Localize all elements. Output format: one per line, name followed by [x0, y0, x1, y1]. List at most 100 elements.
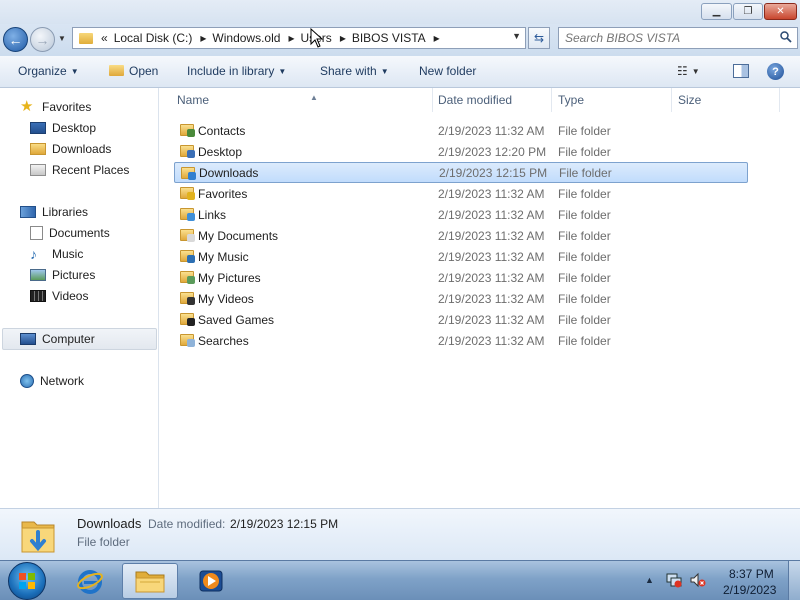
column-header-date[interactable]: Date modified: [433, 88, 551, 112]
refresh-button[interactable]: ⇆: [528, 27, 550, 49]
maximize-button[interactable]: ❐: [733, 3, 763, 20]
file-date-modified: 2/19/2023 11:32 AM: [438, 291, 545, 306]
nav-label: Documents: [49, 226, 110, 240]
close-icon: ✕: [776, 6, 785, 17]
file-list: Name ▲ Date modified Type Size Contacts 2/…: [160, 88, 800, 508]
include-in-library-button[interactable]: Include in library ▼: [187, 64, 286, 78]
taskbar-windows-explorer[interactable]: [122, 563, 178, 599]
close-button[interactable]: ✕: [764, 3, 797, 20]
search-box[interactable]: [558, 27, 798, 49]
star-icon: ★: [20, 98, 34, 115]
file-row[interactable]: Saved Games 2/19/2023 11:32 AM File folder: [174, 309, 748, 330]
file-name: Desktop: [198, 144, 243, 159]
file-type: File folder: [558, 270, 611, 285]
downloads-folder-icon: [21, 521, 55, 553]
address-history-dropdown[interactable]: ▼: [512, 31, 521, 41]
breadcrumb-windows-old[interactable]: Windows.old: [212, 31, 280, 45]
nav-documents[interactable]: Documents: [30, 223, 110, 243]
preview-pane-button[interactable]: [733, 64, 749, 78]
file-row[interactable]: Links 2/19/2023 11:32 AM File folder: [174, 204, 748, 225]
file-name: Contacts: [198, 123, 246, 138]
details-pane: Downloads Date modified: 2/19/2023 12:15…: [0, 508, 800, 560]
nav-label: Computer: [42, 332, 95, 346]
help-button[interactable]: ?: [767, 63, 784, 80]
nav-videos[interactable]: Videos: [30, 286, 88, 306]
file-type: File folder: [558, 333, 611, 348]
nav-recent-places[interactable]: Recent Places: [30, 160, 129, 180]
file-row[interactable]: My Documents 2/19/2023 11:32 AM File folde…: [174, 225, 748, 246]
breadcrumb-local-disk[interactable]: Local Disk (C:): [114, 31, 193, 45]
taskbar-internet-explorer[interactable]: [62, 563, 118, 599]
file-row[interactable]: Downloads 2/19/2023 12:15 PM File folder: [174, 162, 748, 183]
file-row[interactable]: Desktop 2/19/2023 12:20 PM File folder: [174, 141, 748, 162]
nav-downloads[interactable]: Downloads: [30, 139, 111, 159]
search-input[interactable]: [559, 28, 773, 48]
network-status-icon[interactable]: [666, 572, 682, 588]
chevron-right-icon[interactable]: ▸: [434, 31, 440, 45]
folder-icon: [135, 571, 165, 593]
file-row[interactable]: My Videos 2/19/2023 11:32 AM File folder: [174, 288, 748, 309]
column-header-name[interactable]: Name ▲: [172, 88, 432, 112]
file-row[interactable]: Favorites 2/19/2023 11:32 AM File folder: [174, 183, 748, 204]
new-folder-button[interactable]: New folder: [419, 64, 476, 78]
change-view-button[interactable]: ☷ ▼: [677, 64, 700, 78]
forward-button[interactable]: →: [30, 27, 55, 52]
address-bar[interactable]: « Local Disk (C:) ▸ Windows.old ▸ Users …: [72, 27, 526, 49]
open-button[interactable]: Open: [109, 64, 158, 78]
computer-icon: [20, 333, 36, 345]
clock-date[interactable]: 2/19/2023: [723, 583, 776, 597]
nav-music[interactable]: ♪ Music: [30, 244, 83, 264]
file-type: File folder: [558, 123, 611, 138]
column-header-size[interactable]: Size: [673, 88, 779, 112]
file-row[interactable]: My Pictures 2/19/2023 11:32 AM File folder: [174, 267, 748, 288]
chevron-down-icon: ▼: [278, 67, 287, 76]
file-row[interactable]: Contacts 2/19/2023 11:32 AM File folder: [174, 120, 748, 141]
nav-pictures[interactable]: Pictures: [30, 265, 95, 285]
folder-icon: [180, 313, 195, 326]
nav-libraries[interactable]: Libraries: [20, 202, 88, 222]
breadcrumb-overflow[interactable]: «: [101, 31, 108, 45]
volume-muted-icon[interactable]: [690, 572, 706, 588]
file-row[interactable]: Searches 2/19/2023 11:32 AM File folder: [174, 330, 748, 351]
show-hidden-icons-button[interactable]: ▲: [645, 575, 654, 585]
folder-icon: [181, 167, 196, 180]
taskbar: ▲ 8:37 PM 2/19/2023: [0, 560, 800, 600]
breadcrumb-bibos-vista[interactable]: BIBOS VISTA: [352, 31, 426, 45]
nav-network[interactable]: Network: [20, 371, 84, 391]
folder-icon: [180, 292, 195, 305]
chevron-right-icon[interactable]: ▸: [340, 31, 346, 45]
nav-label: Music: [52, 247, 84, 261]
taskbar-media-player[interactable]: [183, 563, 239, 599]
file-type: File folder: [558, 312, 611, 327]
minimize-icon: ▁: [712, 6, 721, 17]
chevron-right-icon[interactable]: ▸: [200, 31, 206, 45]
file-date-modified: 2/19/2023 11:32 AM: [438, 228, 545, 243]
command-bar: Organize ▼ Open Include in library ▼ Share…: [0, 56, 800, 88]
documents-icon: [30, 226, 43, 240]
windows-logo-icon: [19, 573, 35, 589]
column-divider[interactable]: [671, 88, 672, 112]
chevron-right-icon[interactable]: ▸: [288, 31, 294, 45]
column-divider[interactable]: [779, 88, 780, 112]
search-icon[interactable]: [780, 31, 792, 43]
file-row[interactable]: My Music 2/19/2023 11:32 AM File folder: [174, 246, 748, 267]
recent-pages-dropdown[interactable]: ▼: [58, 34, 66, 43]
file-date-modified: 2/19/2023 11:32 AM: [438, 333, 545, 348]
organize-button[interactable]: Organize ▼: [18, 64, 79, 78]
pictures-icon: [30, 269, 46, 281]
nav-computer[interactable]: Computer: [20, 329, 95, 349]
back-button[interactable]: ←: [3, 27, 28, 52]
share-with-button[interactable]: Share with ▼: [320, 64, 389, 78]
column-header-type[interactable]: Type: [553, 88, 671, 112]
start-button[interactable]: [8, 562, 46, 600]
minimize-button[interactable]: ▁: [701, 3, 732, 20]
folder-icon: [180, 250, 195, 263]
column-divider[interactable]: [551, 88, 552, 112]
file-date-modified: 2/19/2023 12:20 PM: [438, 144, 547, 159]
open-label: Open: [129, 64, 159, 78]
maximize-icon: ❐: [743, 6, 753, 17]
nav-favorites[interactable]: ★ Favorites: [20, 97, 91, 117]
clock-time[interactable]: 8:37 PM: [729, 567, 774, 581]
show-desktop-button[interactable]: [788, 561, 800, 600]
nav-desktop[interactable]: Desktop: [30, 118, 96, 138]
